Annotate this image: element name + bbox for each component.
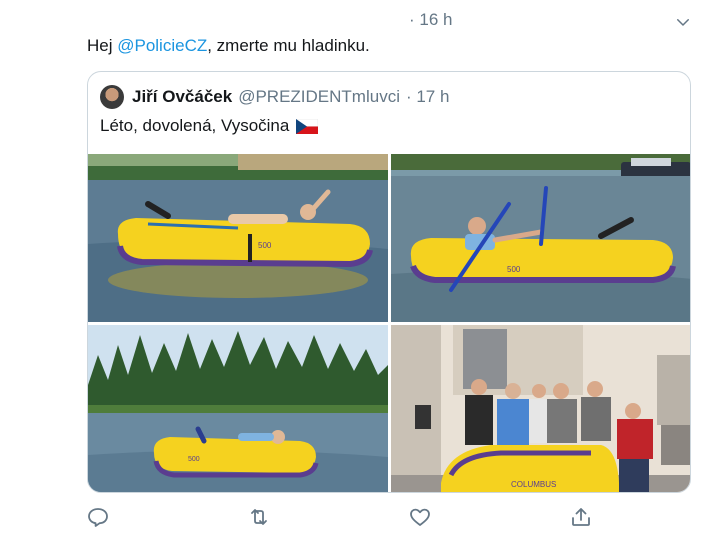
quote-author-handle[interactable]: @PREZIDENTmluvci: [238, 87, 400, 107]
tweet-text: Hej @PolicieCZ, zmerte mu hladinku.: [87, 36, 370, 56]
photo-4[interactable]: COLUMBUS: [391, 325, 690, 492]
boat-label-4: COLUMBUS: [511, 480, 556, 489]
photo-3[interactable]: 500: [88, 325, 388, 492]
retweet-icon[interactable]: [247, 505, 271, 529]
photo-2-image: 500: [391, 154, 690, 322]
boat-label-2: 500: [507, 265, 521, 274]
photo-4-image: COLUMBUS: [391, 325, 690, 492]
tweet-text-prefix: Hej: [87, 36, 118, 55]
boat-label-3: 500: [188, 456, 200, 463]
tweet-timestamp[interactable]: · 16 h: [409, 10, 452, 30]
mention-link[interactable]: @PolicieCZ: [117, 36, 207, 55]
quote-text: Léto, dovolená, Vysočina: [100, 116, 319, 136]
tweet-action-bar: [0, 505, 709, 531]
photo-1-image: 500: [88, 154, 388, 322]
boat-label-1: 500: [258, 241, 272, 250]
reply-icon[interactable]: [86, 505, 110, 529]
photo-1[interactable]: 500: [88, 154, 388, 322]
quoted-tweet[interactable]: Jiří Ovčáček @PREZIDENTmluvci · 17 h Lét…: [87, 71, 691, 493]
quote-timestamp[interactable]: · 17 h: [406, 87, 449, 107]
share-icon[interactable]: [569, 505, 593, 529]
chevron-down-icon[interactable]: [674, 13, 692, 31]
tweet-text-suffix: , zmerte mu hladinku.: [207, 36, 370, 55]
like-icon[interactable]: [408, 505, 432, 529]
quote-header: Jiří Ovčáček @PREZIDENTmluvci · 17 h: [100, 84, 449, 110]
czech-flag-icon: [296, 118, 319, 134]
photo-3-image: 500: [88, 325, 388, 492]
avatar[interactable]: [100, 85, 124, 109]
quote-author-name[interactable]: Jiří Ovčáček: [132, 87, 232, 107]
photo-2[interactable]: 500: [391, 154, 690, 322]
quote-text-body: Léto, dovolená, Vysočina: [100, 116, 290, 135]
